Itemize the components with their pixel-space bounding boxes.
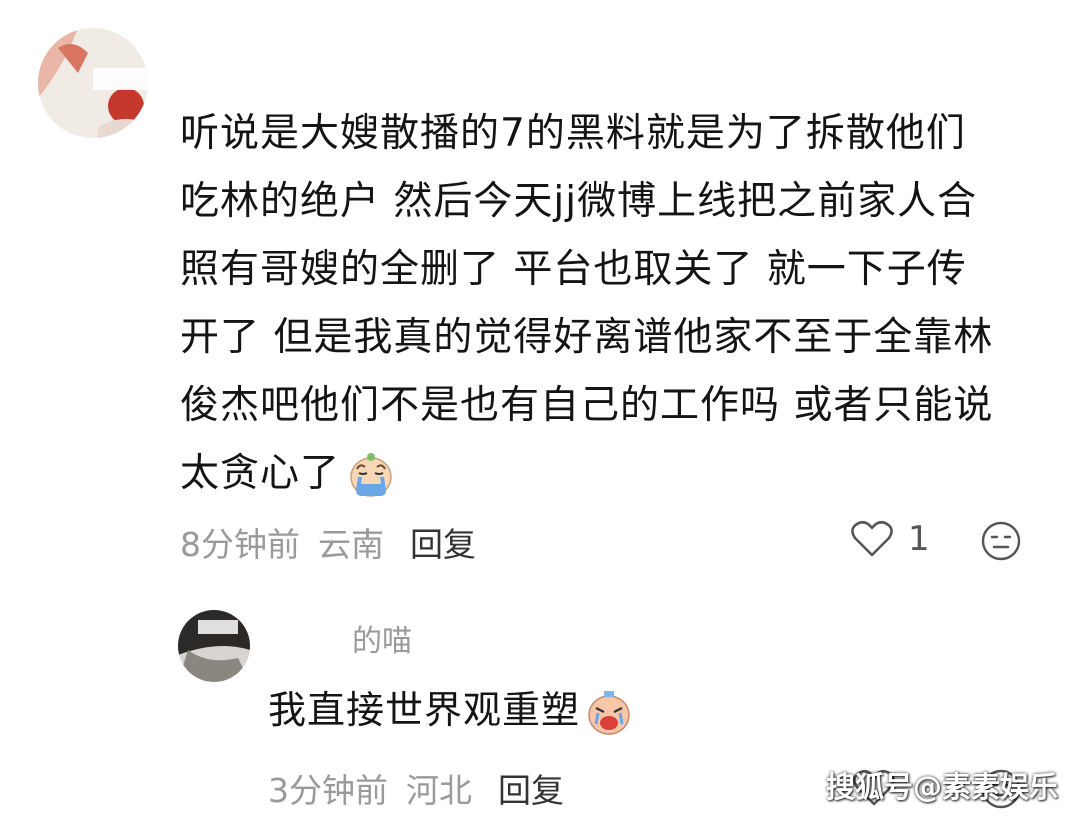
comment-text: 我直接世界观重塑 <box>268 680 634 740</box>
user-avatar[interactable] <box>38 28 148 138</box>
comment-line-last: 太贪心了 <box>180 440 1060 508</box>
reply-button[interactable]: 回复 <box>410 525 476 564</box>
timestamp: 3分钟前 <box>268 771 388 810</box>
avatar-image <box>178 610 250 682</box>
comment-line: 照有哥嫂的全删了 平台也取关了 就一下子传 <box>180 247 967 292</box>
comment-line: 听说是大嫂散播的7的黑料就是为了拆散他们 <box>180 111 966 156</box>
comment-meta: 8分钟前 云南 回复 <box>180 518 476 566</box>
like-count: 1 <box>908 519 930 559</box>
location: 河北 <box>406 771 472 810</box>
comment-line: 我直接世界观重塑 <box>268 688 581 732</box>
like-button[interactable]: 1 <box>850 519 930 559</box>
reaction-face-icon[interactable] <box>980 520 1022 562</box>
comment-line: 俊杰吧他们不是也有自己的工作吗 或者只能说 <box>180 383 994 428</box>
sobbing-emoji <box>584 688 634 738</box>
watermark: 搜狐号@素素娱乐 <box>825 770 1058 804</box>
reply-button[interactable]: 回复 <box>498 771 564 810</box>
crying-emoji <box>346 451 396 501</box>
comment-meta: 3分钟前 河北 回复 <box>268 764 564 812</box>
timestamp: 8分钟前 <box>180 525 300 564</box>
comment-line: 吃林的绝户 然后今天jj微博上线把之前家人合 <box>180 179 978 224</box>
location: 云南 <box>318 525 384 564</box>
heart-icon <box>851 520 893 557</box>
comment-line: 太贪心了 <box>180 451 341 496</box>
username[interactable]: 的喵 <box>352 616 412 660</box>
user-avatar[interactable] <box>178 610 250 682</box>
comment-text: 听说是大嫂散播的7的黑料就是为了拆散他们 吃林的绝户 然后今天jj微博上线把之前… <box>180 100 1060 508</box>
comment-line: 开了 但是我真的觉得好离谱他家不至于全靠林 <box>180 315 994 360</box>
avatar-image <box>38 28 148 138</box>
